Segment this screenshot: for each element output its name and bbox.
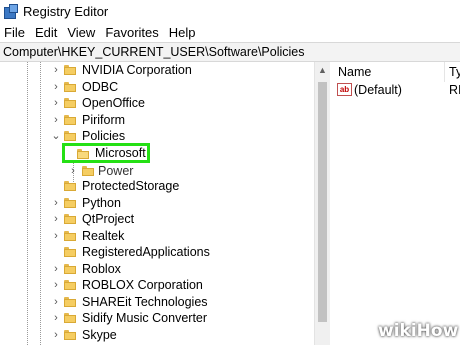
folder-icon	[64, 263, 76, 274]
tree-item[interactable]: › QtProject	[0, 211, 314, 228]
chevron-right-icon[interactable]: ›	[51, 79, 61, 95]
folder-icon	[64, 98, 76, 108]
tree-item-label: Microsoft	[95, 146, 146, 160]
address-bar[interactable]: Computer\HKEY_CURRENT_USER\Software\Poli…	[0, 42, 460, 62]
scroll-up-arrow-icon[interactable]: ▲	[315, 62, 330, 78]
tree-item[interactable]: ⌄ Policies	[0, 128, 314, 145]
folder-icon	[64, 81, 76, 92]
chevron-right-icon[interactable]: ›	[51, 195, 61, 211]
tree-item-microsoft-selected[interactable]: Microsoft	[62, 143, 150, 163]
tree-scrollbar[interactable]: ▲	[314, 62, 330, 345]
tree-item[interactable]: ProtectedStorage	[0, 178, 314, 195]
chevron-down-icon[interactable]: ⌄	[51, 128, 61, 144]
registry-editor-icon	[3, 4, 18, 19]
values-pane: Name Ty ab (Default) RI	[331, 62, 460, 345]
column-divider[interactable]	[444, 62, 445, 82]
menu-edit[interactable]: Edit	[30, 25, 62, 40]
string-value-icon: ab	[337, 83, 352, 96]
tree-item[interactable]: › OpenOffice	[0, 95, 314, 112]
tree-item-label: Python	[82, 195, 121, 210]
tree-item[interactable]: › Sidify Music Converter	[0, 310, 314, 327]
folder-icon	[64, 114, 76, 125]
folder-open-icon	[77, 149, 89, 159]
tree-item-label: Realtek	[82, 228, 125, 243]
tree-item-label: ROBLOX Corporation	[82, 278, 203, 292]
tree-item[interactable]: › ROBLOX Corporation	[0, 277, 314, 294]
value-name[interactable]: (Default)	[354, 83, 402, 97]
folder-icon	[64, 131, 76, 141]
menu-help[interactable]: Help	[164, 25, 201, 40]
chevron-right-icon[interactable]: ›	[51, 294, 61, 310]
tree-item[interactable]: › Skype	[0, 327, 314, 344]
tree-item-label: OpenOffice	[82, 96, 146, 110]
folder-icon	[82, 166, 94, 176]
tree-item[interactable]: › ODBC	[0, 79, 314, 96]
window-title: Registry Editor	[23, 3, 109, 19]
wikihow-watermark: wikiHow	[378, 321, 458, 341]
scroll-thumb[interactable]	[318, 82, 327, 322]
column-header-name[interactable]: Name	[338, 65, 371, 79]
folder-icon	[64, 280, 76, 290]
chevron-right-icon[interactable]: ›	[51, 228, 61, 244]
folder-icon	[64, 296, 76, 307]
menu-favorites[interactable]: Favorites	[100, 25, 163, 40]
tree-item-label: ProtectedStorage	[82, 179, 180, 193]
chevron-right-icon[interactable]: ›	[51, 327, 61, 343]
tree-item[interactable]: › Python	[0, 195, 314, 212]
tree-item-label: QtProject	[82, 212, 135, 226]
tree-item-label: SHAREit Technologies	[82, 294, 208, 309]
folder-icon	[64, 214, 76, 224]
chevron-right-icon[interactable]: ›	[68, 163, 78, 179]
value-type: RI	[449, 83, 460, 97]
tree-item-label: Sidify Music Converter	[82, 311, 208, 325]
tree-item-label: ODBC	[82, 79, 119, 94]
tree-item-label: Skype	[82, 327, 117, 342]
chevron-right-icon[interactable]: ›	[51, 211, 61, 227]
tree-item[interactable]: › Realtek	[0, 228, 314, 245]
folder-icon	[64, 329, 76, 340]
chevron-right-icon[interactable]: ›	[51, 112, 61, 128]
tree-item[interactable]: › Roblox	[0, 261, 314, 278]
folder-icon	[64, 197, 76, 208]
tree-item[interactable]: › NVIDIA Corporation	[0, 62, 314, 79]
tree-item-label: Piriform	[82, 112, 126, 127]
folder-icon	[64, 65, 76, 75]
chevron-right-icon[interactable]: ›	[51, 261, 61, 277]
tree-item-label: RegisteredApplications	[82, 245, 210, 259]
chevron-right-icon[interactable]: ›	[51, 95, 61, 111]
folder-icon	[64, 247, 76, 257]
chevron-right-icon[interactable]: ›	[51, 277, 61, 293]
watermark-wiki: wiki	[378, 321, 417, 341]
menu-bar: File Edit View Favorites Help	[0, 22, 460, 42]
column-header-type[interactable]: Ty	[449, 65, 460, 79]
folder-icon	[64, 181, 76, 191]
chevron-right-icon[interactable]: ›	[51, 62, 61, 78]
menu-view[interactable]: View	[62, 25, 100, 40]
tree-item-label: Roblox	[82, 261, 121, 276]
folder-icon	[64, 230, 76, 241]
watermark-how: How	[416, 321, 459, 341]
tree-item[interactable]: RegisteredApplications	[0, 244, 314, 261]
menu-file[interactable]: File	[0, 25, 30, 40]
tree-item[interactable]: › SHAREit Technologies	[0, 294, 314, 311]
chevron-right-icon[interactable]: ›	[51, 310, 61, 326]
chevron-right-icon[interactable]	[51, 244, 61, 260]
folder-icon	[64, 313, 76, 323]
key-tree-pane: › NVIDIA Corporation › ODBC › OpenOffice › Piri…	[0, 62, 314, 345]
chevron-right-icon[interactable]	[51, 178, 61, 194]
title-bar: Registry Editor	[0, 0, 460, 22]
tree-item[interactable]: › Piriform	[0, 112, 314, 129]
tree-item-label: NVIDIA Corporation	[82, 63, 192, 77]
